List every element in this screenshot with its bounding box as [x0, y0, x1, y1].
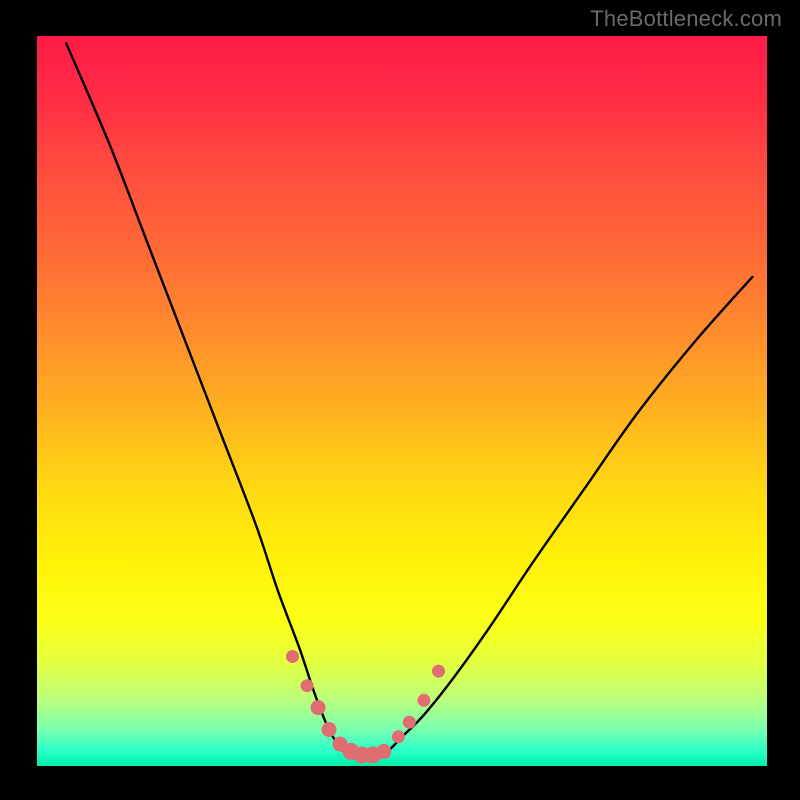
plot-area	[37, 36, 767, 766]
curve-marker	[377, 744, 391, 758]
curve-marker	[403, 716, 415, 728]
bottleneck-curve-line	[66, 43, 752, 759]
watermark-label: TheBottleneck.com	[590, 6, 782, 32]
curve-marker	[301, 680, 313, 692]
curve-markers	[287, 651, 445, 764]
curve-marker	[433, 665, 445, 677]
curve-marker	[392, 731, 404, 743]
curve-marker	[287, 651, 299, 663]
curve-marker	[311, 701, 325, 715]
curve-marker	[418, 694, 430, 706]
curve-marker	[322, 723, 336, 737]
chart-svg	[37, 36, 767, 766]
chart-frame: TheBottleneck.com	[0, 0, 800, 800]
